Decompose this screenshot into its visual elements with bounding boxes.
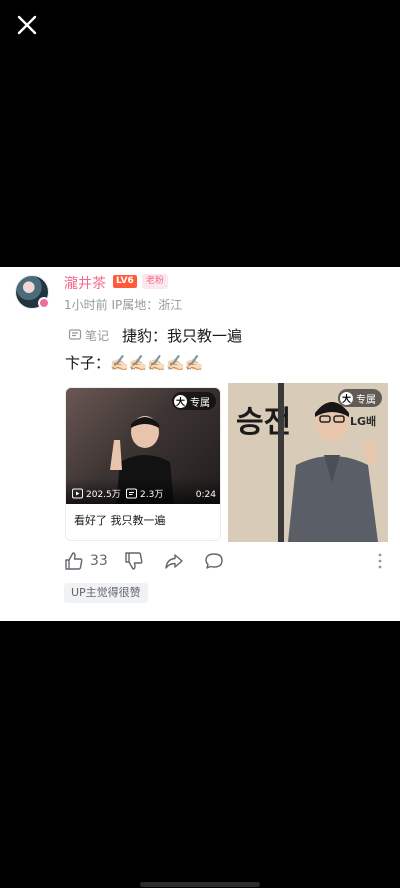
up-liked-tag: UP主觉得很赞: [64, 583, 148, 603]
danmaku-icon: [126, 488, 137, 499]
note-tag[interactable]: 笔记: [68, 327, 109, 343]
thumbs-down-icon: [125, 552, 143, 570]
avatar-badge-icon: [38, 297, 50, 309]
thumbs-up-icon: [65, 552, 83, 570]
exclusive-badge: 大 专属: [172, 392, 216, 410]
exclusive-prefix-photo: 大: [340, 391, 353, 405]
exclusive-label: 专属: [190, 397, 210, 409]
exclusive-badge-photo: 大 专属: [338, 389, 382, 407]
danmaku-count-value: 2.3万: [140, 490, 164, 500]
video-thumbnail: 大 专属 202.5万 2.3万 0:24: [66, 388, 220, 504]
more-button[interactable]: [370, 551, 390, 571]
post-meta: 1小时前 IP属地：浙江: [64, 298, 183, 312]
video-title: 看好了 我只教一遍: [74, 514, 166, 527]
note-icon: [68, 329, 82, 340]
comment-button[interactable]: [204, 551, 224, 571]
video-duration: 0:24: [195, 490, 216, 500]
close-icon: [17, 15, 37, 35]
action-bar: 33: [64, 551, 394, 573]
post-card: 瀧井茶 LV6 老粉 1小时前 IP属地：浙江 笔记 捷豹：我只教一遍 卞子：✍…: [0, 267, 400, 621]
home-indicator[interactable]: [140, 882, 260, 887]
like-count: 33: [90, 553, 108, 569]
like-button[interactable]: 33: [64, 551, 108, 571]
note-label: 笔记: [85, 328, 110, 343]
video-card[interactable]: 大 专属 202.5万 2.3万 0:24 看好了 我只教一遍: [65, 387, 221, 541]
play-count-icon: [72, 488, 83, 499]
dislike-button[interactable]: [124, 551, 144, 571]
comment-icon: [205, 553, 223, 569]
close-button[interactable]: [14, 12, 40, 38]
fan-badge: 老粉: [142, 274, 169, 289]
author-name[interactable]: 瀧井茶: [64, 273, 106, 293]
view-count-value: 202.5万: [86, 490, 121, 500]
share-button[interactable]: [164, 551, 184, 571]
view-count: 202.5万: [72, 487, 121, 500]
level-badge: LV6: [113, 275, 137, 288]
post-text-line2: 卞子：✍🏻✍🏻✍🏻✍🏻✍🏻: [65, 354, 204, 372]
share-icon: [165, 554, 183, 569]
exclusive-prefix: 大: [174, 394, 187, 408]
post-text-line1: 捷豹：我只教一遍: [122, 327, 243, 345]
danmaku-count: 2.3万: [126, 487, 163, 500]
photo-card[interactable]: 승전 LG배 大 专属: [228, 383, 388, 542]
exclusive-label-photo: 专属: [356, 394, 376, 406]
more-vertical-icon: [378, 553, 382, 569]
